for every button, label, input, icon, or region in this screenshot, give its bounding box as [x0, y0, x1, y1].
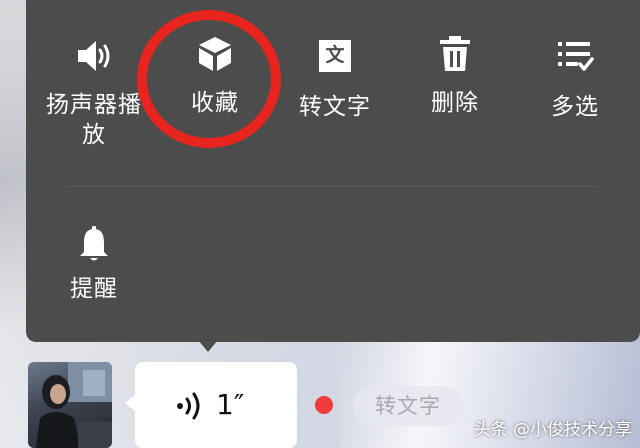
label-line: 放 [82, 122, 106, 148]
avatar-photo [36, 362, 112, 448]
message-action-menu: 扬声器播 放 收藏 文 转文字 删除 多选 提醒 [26, 0, 640, 342]
menu-item-delete[interactable]: 删除 [395, 34, 515, 118]
menu-item-favorite[interactable]: 收藏 [155, 34, 275, 118]
menu-item-label: 扬声器播 放 [34, 90, 154, 150]
label-line: 扬声器播 [46, 92, 142, 118]
menu-divider [68, 186, 596, 187]
voice-duration: 1″ [216, 388, 245, 421]
bell-icon [80, 226, 108, 261]
menu-pointer [198, 340, 218, 352]
transcribe-button[interactable]: 转文字 [353, 386, 463, 426]
menu-item-label: 多选 [551, 94, 599, 120]
cube-icon [199, 37, 231, 71]
unread-dot [315, 396, 333, 414]
menu-item-speaker-play[interactable]: 扬声器播 放 [34, 36, 154, 150]
text-icon-glyph: 文 [325, 44, 345, 66]
watermark: 头条 @小俊技术分享 [473, 420, 632, 440]
menu-item-label: 删除 [431, 90, 479, 116]
menu-item-multiselect[interactable]: 多选 [515, 36, 635, 122]
voice-wave-icon [177, 392, 200, 420]
menu-item-label: 收藏 [191, 90, 239, 116]
menu-item-label: 转文字 [299, 94, 371, 120]
menu-item-transcribe[interactable]: 文 转文字 [275, 36, 395, 122]
checklist-icon [558, 42, 594, 71]
menu-item-reminder[interactable]: 提醒 [34, 224, 154, 304]
trash-icon [440, 36, 470, 71]
speaker-icon [78, 41, 110, 71]
menu-item-label: 提醒 [70, 276, 118, 302]
avatar[interactable] [28, 362, 112, 448]
